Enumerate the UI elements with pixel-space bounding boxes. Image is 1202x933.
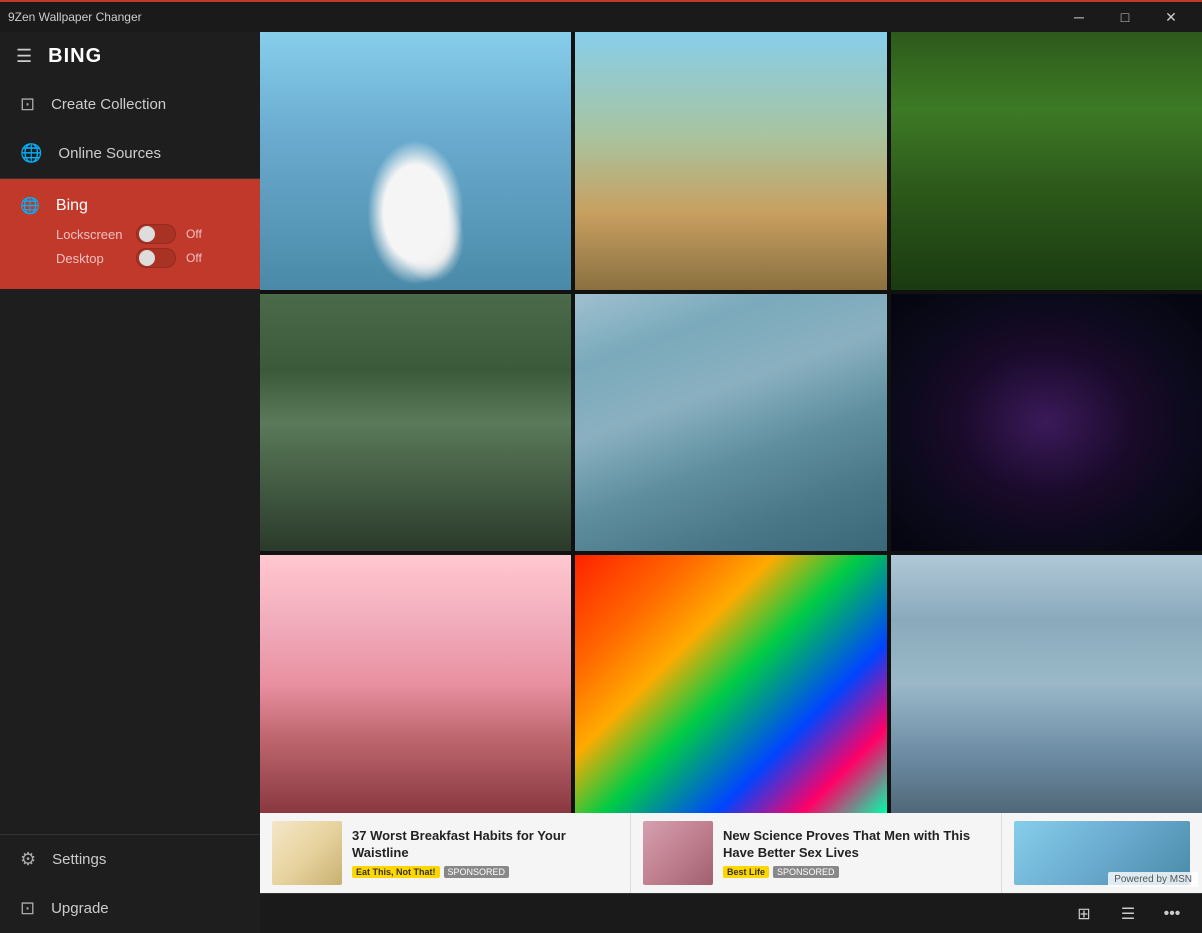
upgrade-icon: ⊡ [20, 898, 35, 919]
maximize-button[interactable]: □ [1102, 1, 1148, 33]
lockscreen-label: Lockscreen [56, 227, 126, 242]
ad-banner: 37 Worst Breakfast Habits for Your Waist… [260, 813, 1202, 893]
app-layout: ☰ BING ⊡ Create Collection 🌐 Online Sour… [0, 32, 1202, 933]
ad-text-2: New Science Proves That Men with This Ha… [723, 828, 989, 878]
online-sources-label: Online Sources [58, 145, 161, 162]
lockscreen-toggle-knob [139, 226, 155, 242]
grid-image-horses[interactable] [575, 32, 886, 290]
msn-badge: Powered by MSN [1108, 872, 1198, 887]
image-grid [260, 32, 1202, 813]
ad-source-2: Best Life SPONSORED [723, 866, 989, 878]
more-button[interactable]: ••• [1154, 898, 1190, 930]
ad-title-1: 37 Worst Breakfast Habits for Your Waist… [352, 828, 618, 862]
sidebar-header: ☰ BING [0, 32, 260, 80]
bottom-toolbar: ⊞ ☰ ••• [260, 893, 1202, 933]
titlebar-left: 9Zen Wallpaper Changer [8, 10, 142, 24]
ad-item-1[interactable]: 37 Worst Breakfast Habits for Your Waist… [260, 813, 631, 893]
app-title-bar: 9Zen Wallpaper Changer [8, 10, 142, 24]
more-icon: ••• [1164, 905, 1181, 923]
minimize-button[interactable]: ─ [1056, 1, 1102, 33]
desktop-toggle-row: Desktop Off [56, 248, 240, 268]
settings-label: Settings [52, 851, 106, 868]
desktop-state: Off [186, 251, 202, 265]
sidebar: ☰ BING ⊡ Create Collection 🌐 Online Sour… [0, 32, 260, 933]
ad-sponsor-2: SPONSORED [773, 866, 839, 878]
grid-image-pelican[interactable] [260, 32, 571, 290]
grid-image-waterfall[interactable] [260, 294, 571, 552]
lockscreen-state: Off [186, 227, 202, 241]
desktop-label: Desktop [56, 251, 126, 266]
ad-image-1 [272, 821, 342, 885]
ad-text-1: 37 Worst Breakfast Habits for Your Waist… [352, 828, 618, 878]
sidebar-item-settings[interactable]: ⚙ Settings [0, 835, 260, 884]
create-collection-icon: ⊡ [20, 94, 35, 115]
desktop-toggle-knob [139, 250, 155, 266]
bing-header: 🌐 Bing [20, 196, 240, 216]
sidebar-item-upgrade[interactable]: ⊡ Upgrade [0, 884, 260, 933]
settings-icon: ⚙ [20, 849, 36, 870]
bing-title: Bing [56, 197, 88, 215]
sidebar-item-create-collection[interactable]: ⊡ Create Collection [0, 80, 260, 129]
list-icon: ☰ [1121, 904, 1135, 924]
close-button[interactable]: ✕ [1148, 1, 1194, 33]
list-button[interactable]: ☰ [1110, 898, 1146, 930]
ad-sponsor-1: SPONSORED [444, 866, 510, 878]
grid-image-space[interactable] [891, 294, 1202, 552]
create-collection-label: Create Collection [51, 96, 166, 113]
bing-icon: 🌐 [20, 196, 40, 216]
online-sources-icon: 🌐 [20, 143, 42, 164]
sidebar-item-bing[interactable]: 🌐 Bing Lockscreen Off Desktop Off [0, 179, 260, 289]
grid-image-forest[interactable] [891, 32, 1202, 290]
ad-item-3[interactable]: Powered by MSN [1002, 813, 1202, 893]
ad-source-1: Eat This, Not That! SPONSORED [352, 866, 618, 878]
lockscreen-toggle[interactable] [136, 224, 176, 244]
grid-image-feathers[interactable] [575, 555, 886, 813]
ad-source-name-2: Best Life [723, 866, 769, 878]
sidebar-app-title: BING [48, 45, 102, 68]
pin-button[interactable]: ⊞ [1066, 898, 1102, 930]
sidebar-bottom: ⚙ Settings ⊡ Upgrade [0, 834, 260, 933]
ad-title-2: New Science Proves That Men with This Ha… [723, 828, 989, 862]
ad-source-name-1: Eat This, Not That! [352, 866, 440, 878]
hamburger-icon[interactable]: ☰ [16, 46, 32, 67]
main-content: 37 Worst Breakfast Habits for Your Waist… [260, 32, 1202, 933]
lockscreen-toggle-row: Lockscreen Off [56, 224, 240, 244]
grid-image-canyon[interactable] [575, 294, 886, 552]
upgrade-label: Upgrade [51, 900, 109, 917]
sidebar-item-online-sources[interactable]: 🌐 Online Sources [0, 129, 260, 178]
titlebar: 9Zen Wallpaper Changer ─ □ ✕ [0, 0, 1202, 32]
msn-text: Powered by MSN [1114, 874, 1192, 885]
window-controls: ─ □ ✕ [1056, 1, 1194, 33]
desktop-toggle[interactable] [136, 248, 176, 268]
ad-item-2[interactable]: New Science Proves That Men with This Ha… [631, 813, 1002, 893]
grid-image-cherry[interactable] [260, 555, 571, 813]
pin-icon: ⊞ [1077, 904, 1090, 924]
grid-image-glacier[interactable] [891, 555, 1202, 813]
ad-image-2 [643, 821, 713, 885]
